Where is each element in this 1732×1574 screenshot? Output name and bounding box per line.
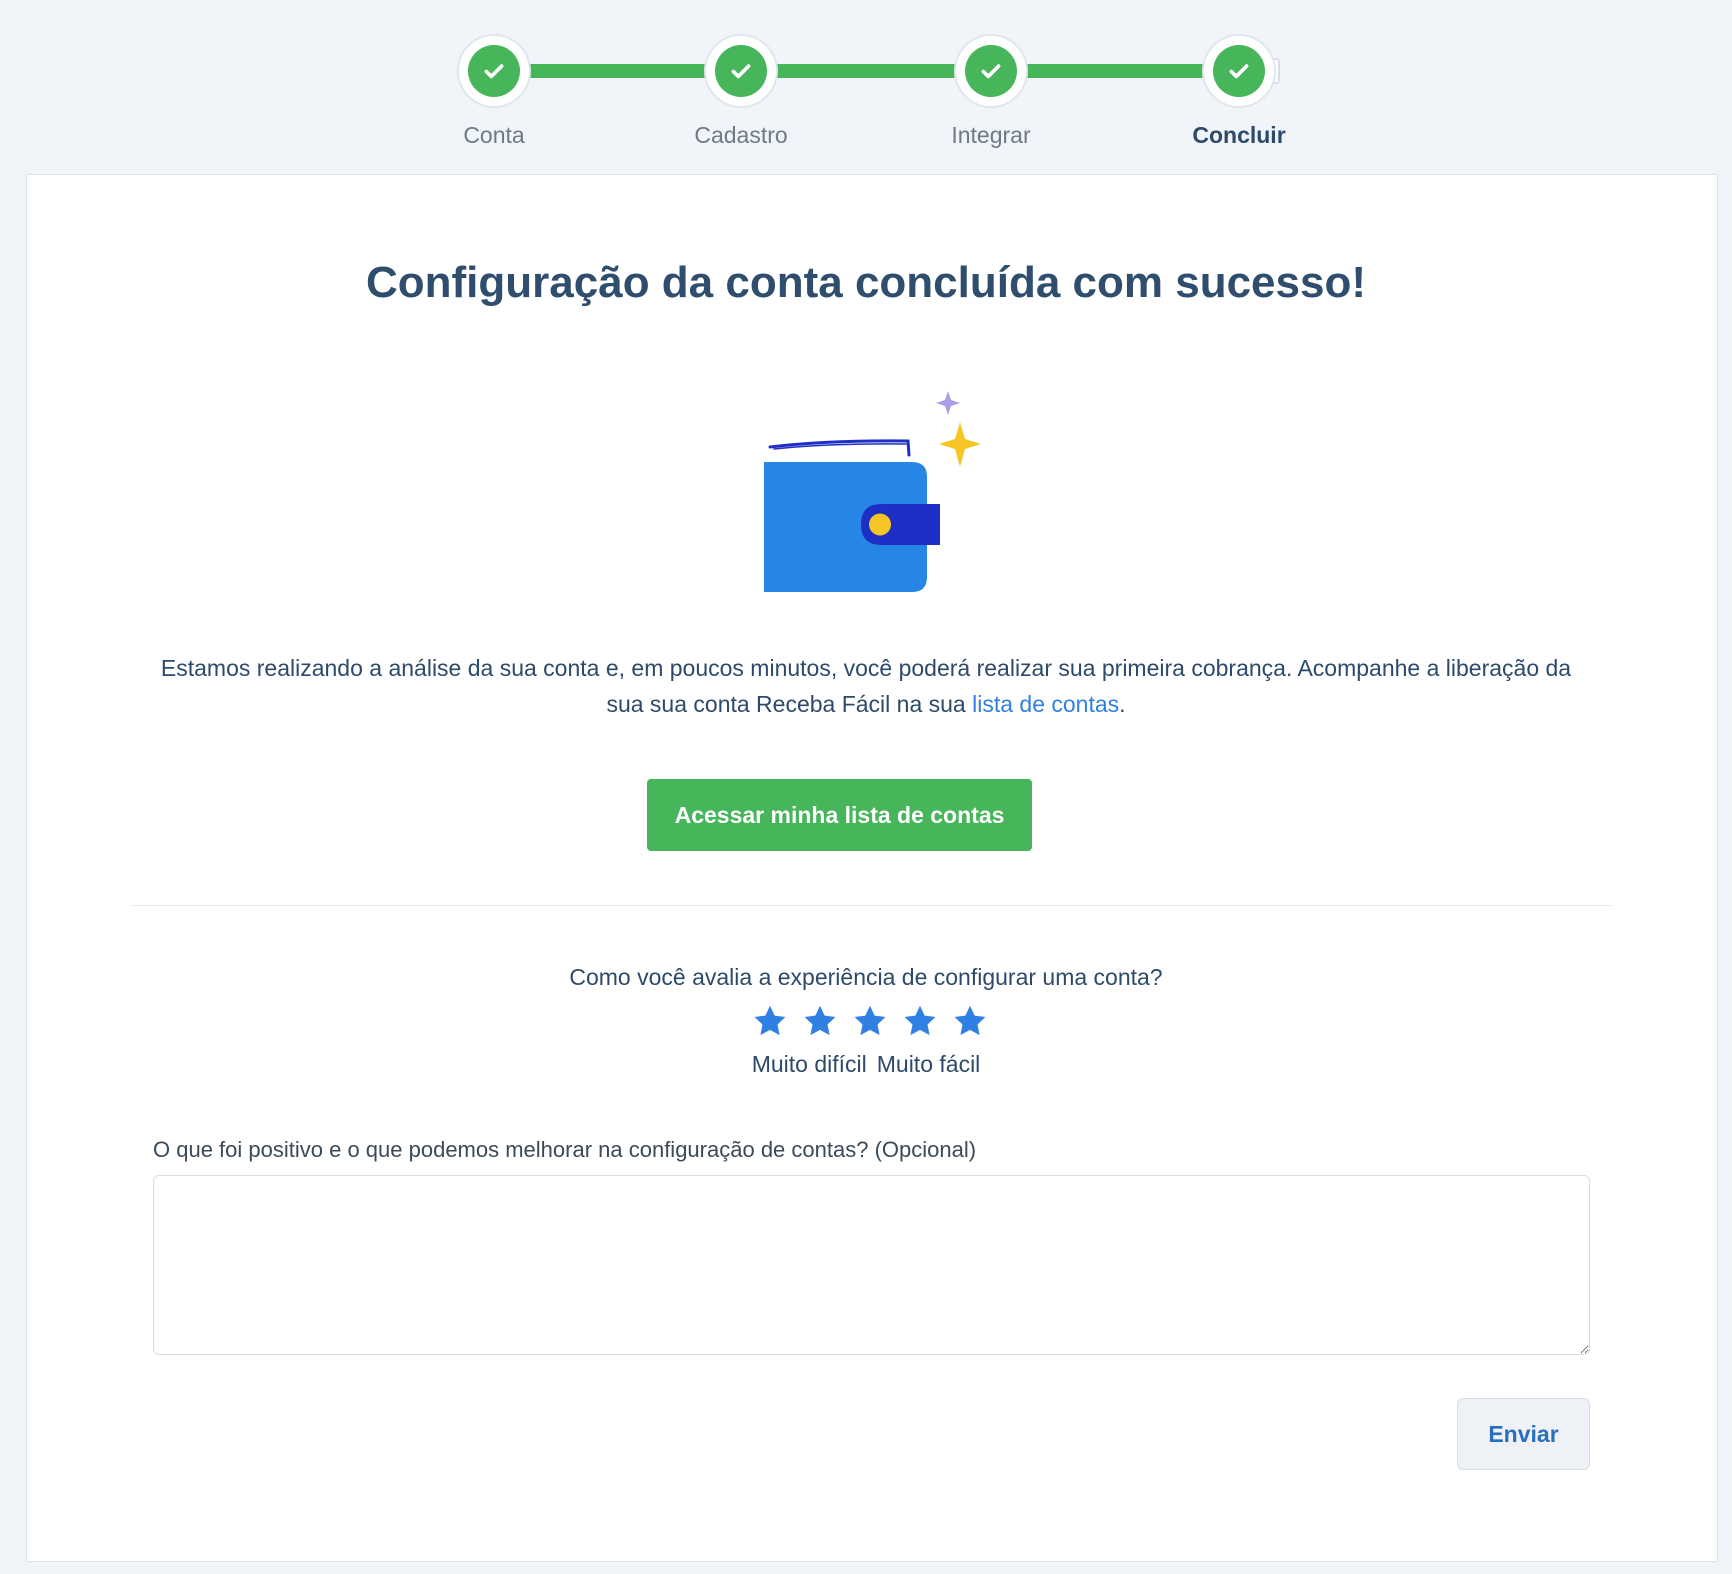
rating-scale-labels: Muito difícil Muito fácil [0,1051,1732,1078]
star-2-icon[interactable] [802,1003,838,1039]
description: Estamos realizando a análise da sua cont… [150,650,1582,722]
star-4-icon[interactable] [902,1003,938,1039]
progress-stepper: Conta Cadastro Integrar Concluir [0,0,1732,170]
check-icon [981,64,1001,79]
step-label: Integrar [951,122,1031,148]
check-icon [731,64,751,79]
page-title: Configuração da conta concluída com suce… [366,258,1366,307]
star-1-icon[interactable] [752,1003,788,1039]
rating-min-label: Muito difícil [751,1051,867,1077]
rating-max-label: Muito fácil [876,1051,981,1077]
step-integrar: Integrar [891,0,1091,170]
step-label: Cadastro [694,122,788,148]
step-circle [954,34,1028,108]
step-circle [1202,34,1276,108]
access-account-list-button[interactable]: Acessar minha lista de contas [647,779,1032,851]
feedback-label: O que foi positivo e o que podemos melho… [153,1137,977,1162]
account-list-link[interactable]: lista de contas [972,691,1119,717]
check-icon [1229,64,1249,79]
stepper-progress-bar [494,64,1240,78]
step-circle [457,34,531,108]
check-icon [484,64,504,79]
description-text: Estamos realizando a análise da sua cont… [160,655,1572,717]
step-label: Concluir [1192,122,1286,148]
description-suffix: . [1119,691,1126,717]
wallet-illustration [760,385,990,600]
feedback-textarea[interactable] [153,1175,1590,1355]
step-label: Conta [463,122,525,148]
step-concluir: Concluir [1139,0,1339,170]
step-cadastro: Cadastro [641,0,841,170]
star-rating [752,1003,988,1043]
divider [131,905,1612,906]
step-circle [704,34,778,108]
step-conta: Conta [394,0,594,170]
wallet-icon [764,391,981,592]
send-feedback-button[interactable]: Enviar [1457,1398,1590,1470]
star-5-icon[interactable] [952,1003,988,1039]
star-3-icon[interactable] [852,1003,888,1039]
rating-question: Como você avalia a experiência de config… [569,964,1163,990]
